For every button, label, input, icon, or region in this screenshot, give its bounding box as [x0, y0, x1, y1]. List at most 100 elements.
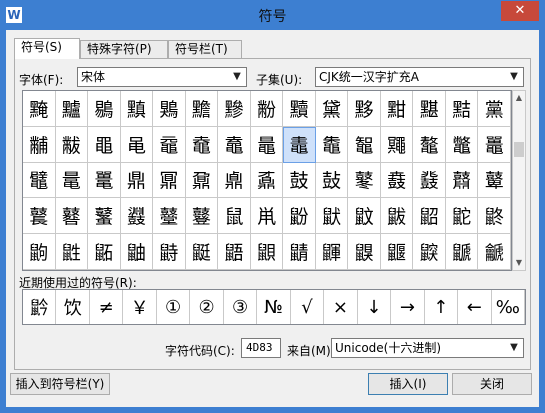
symbol-cell[interactable]: 鼡: [250, 198, 284, 235]
symbol-cell[interactable]: 黲: [218, 91, 251, 127]
symbol-cell[interactable]: 黼: [23, 126, 56, 163]
symbol-cell[interactable]: 鼌: [55, 162, 89, 199]
symbol-cell[interactable]: 鼗: [413, 162, 446, 199]
from-select[interactable]: Unicode(十六进制) ▼: [331, 338, 524, 358]
symbol-cell[interactable]: 鼊: [23, 162, 56, 199]
symbol-cell[interactable]: 鼝: [120, 198, 154, 235]
symbol-cell[interactable]: 鼚: [23, 198, 56, 235]
symbol-cell[interactable]: 鼏: [153, 162, 186, 199]
symbol-cell[interactable]: 鼶: [445, 234, 479, 270]
symbol-cell[interactable]: 鼵: [413, 234, 446, 270]
recent-symbol-cell[interactable]: ‰: [492, 290, 525, 324]
symbol-cell[interactable]: 鼕: [348, 162, 381, 199]
symbol-cell[interactable]: 鼐: [185, 162, 219, 199]
window-close-button[interactable]: ✕: [501, 1, 539, 21]
symbol-cell[interactable]: 鼇: [413, 126, 446, 163]
recent-symbol-cell[interactable]: 䶃: [23, 290, 57, 324]
symbol-cell[interactable]: 鼳: [348, 234, 381, 270]
symbol-cell[interactable]: 鼜: [88, 198, 121, 235]
symbol-cell[interactable]: 鼍: [88, 162, 121, 199]
symbol-cell[interactable]: 鼁: [218, 126, 251, 163]
symbol-cell[interactable]: 鼭: [153, 234, 186, 270]
symbol-cell[interactable]: 鼒: [250, 162, 284, 199]
symbol-cell[interactable]: 鼘: [445, 162, 479, 199]
symbol-cell[interactable]: 黤: [23, 91, 56, 127]
symbol-cell[interactable]: 鼎: [120, 162, 154, 199]
scrollbar-thumb[interactable]: [514, 142, 524, 157]
symbol-cell[interactable]: 黵: [185, 91, 219, 127]
symbol-cell[interactable]: 黷: [283, 91, 316, 127]
symbol-cell[interactable]: 鼟: [185, 198, 219, 235]
symbol-cell[interactable]: 黮: [413, 91, 446, 127]
symbol-cell[interactable]: 鼑: [218, 162, 251, 199]
symbol-cell[interactable]: 黿: [153, 126, 186, 163]
symbol-cell[interactable]: 鼄: [315, 126, 349, 163]
symbol-cell[interactable]: 鼃: [283, 126, 316, 163]
symbol-cell[interactable]: 鼥: [380, 198, 414, 235]
scroll-up-arrow-icon[interactable]: ▲: [513, 91, 525, 105]
insert-to-symbol-bar-button[interactable]: 插入到符号栏(Y): [10, 373, 110, 395]
symbol-cell[interactable]: 鼬: [120, 234, 154, 270]
symbol-cell[interactable]: 黨: [478, 91, 511, 127]
insert-button[interactable]: 插入(I): [368, 373, 448, 395]
symbol-cell[interactable]: 鼉: [478, 126, 511, 163]
symbol-cell[interactable]: 鼱: [283, 234, 316, 270]
symbol-cell[interactable]: 黟: [348, 91, 381, 127]
recent-symbol-cell[interactable]: 饮: [56, 290, 90, 324]
symbol-cell[interactable]: 鼀: [185, 126, 219, 163]
symbol-cell[interactable]: 鶪: [153, 91, 186, 127]
symbol-cell[interactable]: 鼨: [478, 198, 511, 235]
symbol-cell[interactable]: 鼧: [445, 198, 479, 235]
symbol-cell[interactable]: 鼯: [218, 234, 251, 270]
symbol-cell[interactable]: 鼞: [153, 198, 186, 235]
symbol-cell[interactable]: 鼤: [348, 198, 381, 235]
symbol-cell[interactable]: 鼆: [380, 126, 414, 163]
recent-symbol-cell[interactable]: ②: [190, 290, 224, 324]
symbol-cell[interactable]: 鶍: [88, 91, 121, 127]
symbol-cell[interactable]: 黰: [120, 91, 154, 127]
recent-symbol-cell[interactable]: √: [291, 290, 325, 324]
symbol-cell[interactable]: 鼓: [283, 162, 316, 199]
symbol-cell[interactable]: 鼴: [380, 234, 414, 270]
recent-symbol-cell[interactable]: ↑: [425, 290, 459, 324]
tab-symbol-bar[interactable]: 符号栏(T): [168, 40, 242, 58]
symbol-cell[interactable]: 鼩: [23, 234, 56, 270]
symbol-cell[interactable]: 鼛: [55, 198, 89, 235]
symbol-cell[interactable]: 黛: [315, 91, 349, 127]
recent-symbol-cell[interactable]: →: [391, 290, 425, 324]
recent-symbol-cell[interactable]: ￥: [123, 290, 157, 324]
symbol-cell[interactable]: 黚: [380, 91, 414, 127]
symbol-cell[interactable]: 鼙: [478, 162, 511, 199]
recent-symbol-cell[interactable]: ←: [458, 290, 492, 324]
scroll-down-arrow-icon[interactable]: ▼: [513, 256, 525, 270]
symbol-cell[interactable]: 鼠: [218, 198, 251, 235]
symbol-cell[interactable]: 䶵: [478, 234, 511, 270]
recent-symbol-cell[interactable]: ③: [224, 290, 258, 324]
recent-symbol-cell[interactable]: ≠: [90, 290, 124, 324]
symbol-grid-scrollbar[interactable]: ▲ ▼: [512, 90, 526, 271]
symbol-cell[interactable]: 鼣: [315, 198, 349, 235]
symbol-cell[interactable]: 鼦: [413, 198, 446, 235]
tab-symbols[interactable]: 符号(S): [14, 38, 80, 59]
symbol-cell[interactable]: 黻: [55, 126, 89, 163]
char-code-input[interactable]: 4D83: [241, 338, 281, 358]
symbol-cell[interactable]: 鼪: [55, 234, 89, 270]
symbol-cell[interactable]: 黽: [88, 126, 121, 163]
symbol-cell[interactable]: 鼅: [348, 126, 381, 163]
recent-symbol-cell[interactable]: №: [257, 290, 291, 324]
symbol-cell[interactable]: 鼮: [185, 234, 219, 270]
symbol-cell[interactable]: 黠: [445, 91, 479, 127]
tab-special-characters[interactable]: 特殊字符(P): [80, 40, 168, 58]
recent-symbol-cell[interactable]: ①: [157, 290, 191, 324]
symbol-cell[interactable]: 鼰: [250, 234, 284, 270]
recent-symbol-cell[interactable]: ↓: [358, 290, 392, 324]
symbol-cell[interactable]: 鼫: [88, 234, 121, 270]
symbol-cell[interactable]: 鼂: [250, 126, 284, 163]
symbol-cell[interactable]: 黸: [55, 91, 89, 127]
font-select[interactable]: 宋体 ▼: [77, 67, 247, 87]
symbol-cell[interactable]: 黺: [250, 91, 284, 127]
symbol-cell[interactable]: 鼔: [315, 162, 349, 199]
subset-select[interactable]: CJK统一汉字扩充A ▼: [315, 67, 524, 87]
symbol-cell[interactable]: 鼢: [283, 198, 316, 235]
recent-symbol-cell[interactable]: ×: [324, 290, 358, 324]
